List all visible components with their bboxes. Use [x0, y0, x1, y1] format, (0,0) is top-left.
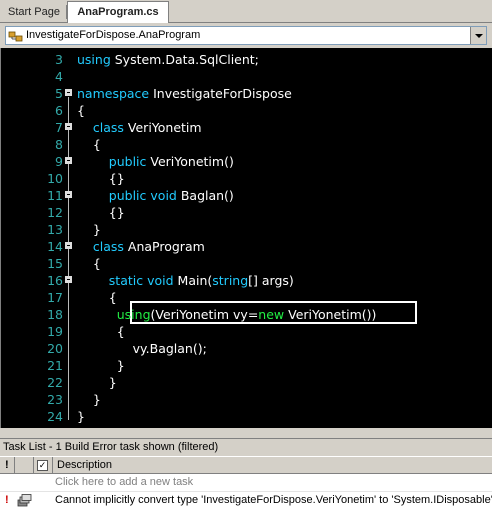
code-line[interactable]: 20 vy.Baglan();	[1, 340, 492, 357]
code-line[interactable]: 14 class AnaProgram	[1, 238, 492, 255]
code-line[interactable]: 22 }	[1, 374, 492, 391]
code-text: {	[77, 290, 117, 305]
code-line[interactable]: 9 public VeriYonetim()	[1, 153, 492, 170]
line-number: 10	[47, 171, 63, 186]
type-dropdown-value: InvestigateForDispose.AnaProgram	[26, 29, 201, 41]
code-line[interactable]: 13 }	[1, 221, 492, 238]
code-line[interactable]: 23 }	[1, 391, 492, 408]
code-text: {	[77, 137, 101, 152]
code-line[interactable]: 16 static void Main(string[] args)	[1, 272, 492, 289]
line-number: 19	[47, 324, 63, 339]
code-text: }	[77, 222, 101, 237]
code-text: }	[77, 375, 117, 390]
code-line[interactable]: 8 {	[1, 136, 492, 153]
code-line[interactable]: 3 using System.Data.SqlClient;	[1, 51, 492, 68]
type-dropdown[interactable]: InvestigateForDispose.AnaProgram	[5, 26, 487, 45]
code-text: {}	[77, 171, 125, 186]
collapse-icon[interactable]	[65, 123, 72, 130]
code-text: {}	[77, 205, 125, 220]
checkbox-icon: ✓	[37, 460, 48, 471]
description-column-header[interactable]: Description	[53, 457, 492, 474]
code-text: }	[77, 392, 101, 407]
new-task-row[interactable]: Click here to add a new task	[0, 474, 492, 491]
line-number: 18	[47, 307, 63, 322]
code-line[interactable]: 10 {}	[1, 170, 492, 187]
collapse-icon[interactable]	[65, 89, 72, 96]
class-icon	[8, 31, 23, 42]
line-number: 4	[55, 69, 63, 84]
build-error-icon	[17, 494, 32, 507]
line-number: 6	[55, 103, 63, 118]
code-text: public void Baglan()	[108, 188, 234, 203]
code-line[interactable]: 4	[1, 68, 492, 85]
new-task-placeholder[interactable]: Click here to add a new task	[55, 474, 193, 491]
code-text: {	[77, 103, 85, 118]
chevron-down-icon[interactable]	[470, 27, 486, 44]
line-number: 7	[55, 120, 63, 135]
navigation-bar: InvestigateForDispose.AnaProgram	[0, 23, 492, 48]
line-number: 14	[47, 239, 63, 254]
task-row[interactable]: ! Cannot implicitly convert type 'Invest…	[0, 492, 492, 509]
line-number: 24	[47, 409, 63, 424]
error-icon: !	[5, 494, 9, 506]
code-line[interactable]: 24}	[1, 408, 492, 425]
code-text: }	[77, 358, 125, 373]
code-text: namespace InvestigateForDispose	[77, 86, 292, 101]
task-description: Cannot implicitly convert type 'Investig…	[55, 494, 492, 506]
line-number: 12	[47, 205, 63, 220]
line-number: 9	[55, 154, 63, 169]
line-number: 21	[47, 358, 63, 373]
task-list-title: Task List - 1 Build Error task shown (fi…	[0, 438, 492, 454]
collapse-icon[interactable]	[65, 191, 72, 198]
line-number: 20	[47, 341, 63, 356]
tab-anaprogram[interactable]: AnaProgram.cs	[67, 1, 169, 23]
priority-icon: !	[5, 459, 9, 471]
category-column-header[interactable]	[15, 457, 34, 474]
collapse-icon[interactable]	[65, 157, 72, 164]
code-line[interactable]: 18 using(VeriYonetim vy=new VeriYonetim(…	[1, 306, 492, 323]
code-text: vy.Baglan();	[77, 341, 207, 356]
code-editor[interactable]: 3 using System.Data.SqlClient; 4 5 namespace…	[0, 48, 492, 428]
checked-column-header[interactable]: ✓	[34, 457, 53, 474]
document-tab-bar: Start Page AnaProgram.cs	[0, 0, 492, 23]
code-line[interactable]: 19 {	[1, 323, 492, 340]
line-number: 8	[55, 137, 63, 152]
line-number: 11	[47, 188, 63, 203]
task-list-body: Click here to add a new task ! Cannot im…	[0, 474, 492, 516]
line-number: 13	[47, 222, 63, 237]
code-line[interactable]: 12 {}	[1, 204, 492, 221]
line-number: 16	[47, 273, 63, 288]
code-text: using(VeriYonetim vy=new VeriYonetim())	[116, 307, 377, 322]
code-line[interactable]: 5 namespace InvestigateForDispose	[1, 85, 492, 102]
code-line[interactable]: 15 {	[1, 255, 492, 272]
collapse-icon[interactable]	[65, 242, 72, 249]
code-line[interactable]: 6{	[1, 102, 492, 119]
code-line[interactable]: 7 class VeriYonetim	[1, 119, 492, 136]
code-text: static void Main(string[] args)	[108, 273, 294, 288]
line-number: 17	[47, 290, 63, 305]
code-text: }	[77, 409, 85, 424]
line-number: 23	[47, 392, 63, 407]
line-number: 22	[47, 375, 63, 390]
code-text: public VeriYonetim()	[108, 154, 234, 169]
line-number: 15	[47, 256, 63, 271]
code-line[interactable]: 21 }	[1, 357, 492, 374]
code-text: {	[77, 256, 101, 271]
task-list-header: ! ✓ Description	[0, 456, 492, 474]
code-text: using System.Data.SqlClient;	[77, 52, 259, 67]
collapse-icon[interactable]	[65, 276, 72, 283]
code-line[interactable]: 17 {	[1, 289, 492, 306]
priority-column-header[interactable]: !	[0, 457, 15, 474]
code-text: class AnaProgram	[92, 239, 205, 254]
code-text: class VeriYonetim	[92, 120, 202, 135]
line-number: 5	[55, 86, 63, 101]
code-text: {	[77, 324, 125, 339]
code-line[interactable]: 11 public void Baglan()	[1, 187, 492, 204]
line-number: 3	[55, 52, 63, 67]
